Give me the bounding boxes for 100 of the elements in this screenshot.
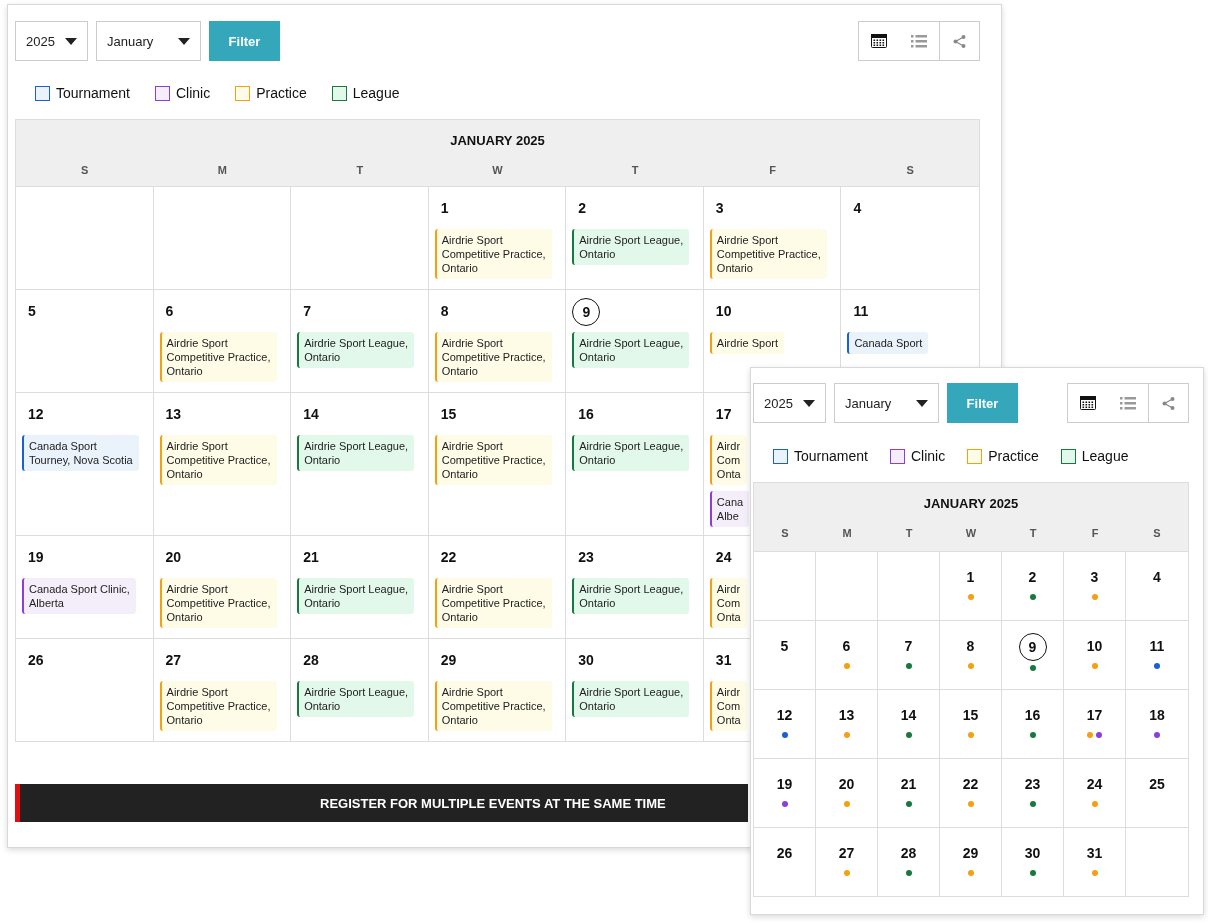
weekday-label: S (1152, 527, 1162, 539)
event-chip[interactable]: Airdrie Sport League, Ontario (572, 578, 690, 614)
event-chip[interactable]: Airdrie Sport Competitive Practice, Ontario (709, 229, 827, 279)
event-chip[interactable]: Airdrie Sport Competitive Practice, Ontario (434, 578, 552, 628)
day-number: 28 (900, 844, 917, 862)
day-number: 2 (578, 199, 587, 217)
event-chip[interactable]: Airdr Com Onta (709, 578, 747, 628)
weekday-label: W (964, 527, 978, 539)
legend-checkbox[interactable] (1060, 448, 1076, 464)
day-number: 30 (578, 651, 594, 669)
legend-label: Practice (256, 85, 307, 101)
event-chip[interactable]: Airdrie Sport Competitive Practice, Ontario (159, 435, 277, 485)
day-number: 22 (440, 548, 457, 566)
event-chip[interactable]: Airdrie Sport (709, 332, 784, 354)
day-number: 29 (962, 844, 979, 862)
day-number: 26 (776, 844, 793, 862)
day-number: 6 (842, 637, 851, 655)
weekday-label: W (491, 164, 504, 176)
event-chip[interactable]: Canada Sport Tourney, Nova Scotia (22, 435, 139, 471)
caret-icon (916, 399, 928, 407)
event-chip[interactable]: Airdrie Sport League, Ontario (297, 681, 415, 717)
day-number: 14 (900, 706, 917, 724)
day-number: 14 (303, 405, 319, 423)
day-number: 5 (780, 637, 789, 655)
day-number: 16 (578, 405, 594, 423)
month-dropdown[interactable]: January (834, 383, 939, 423)
day-number: 6 (165, 302, 174, 320)
day-number: 22 (962, 775, 979, 793)
day-number: 12 (776, 706, 793, 724)
event-chip[interactable]: Airdr Com Onta (709, 681, 747, 731)
legend-checkbox[interactable] (331, 85, 347, 101)
event-chip[interactable]: Airdrie Sport Competitive Practice, Ontario (434, 332, 552, 382)
event-chip[interactable]: Airdrie Sport League, Ontario (572, 229, 690, 265)
event-chip[interactable]: Airdrie Sport League, Ontario (297, 332, 415, 368)
legend-label: Practice (988, 448, 1039, 464)
day-number: 29 (440, 651, 457, 669)
day-number: 7 (904, 637, 913, 655)
day-number: 4 (853, 199, 862, 217)
weekday-label: M (216, 164, 228, 176)
day-number: 15 (962, 706, 979, 724)
event-chip[interactable]: Airdrie Sport League, Ontario (572, 435, 690, 471)
day-number: 10 (1086, 637, 1103, 655)
day-number: 8 (966, 637, 975, 655)
year-dropdown[interactable]: 2025 (15, 21, 88, 61)
day-number: 10 (715, 302, 732, 320)
event-chip[interactable]: Airdrie Sport Competitive Practice, Ontario (434, 435, 552, 485)
event-chip[interactable]: Airdrie Sport Competitive Practice, Ontario (434, 681, 552, 731)
event-chip[interactable]: Airdrie Sport League, Ontario (297, 578, 415, 614)
legend-checkbox[interactable] (967, 448, 983, 464)
day-number: 1 (440, 199, 449, 217)
weekday-label: F (1090, 527, 1100, 539)
day-number: 7 (303, 302, 311, 320)
legend-checkbox[interactable] (773, 448, 788, 464)
event-chip[interactable]: Airdrie Sport Competitive Practice, Ontario (159, 578, 277, 628)
legend-label: Clinic (910, 448, 946, 464)
day-number: 2 (1028, 568, 1037, 586)
event-chip[interactable]: Airdrie Sport League, Ontario (297, 435, 415, 471)
day-number: 27 (165, 651, 182, 669)
weekday-label: T (630, 164, 640, 176)
calendar-title: JANUARY 2025 (923, 496, 1019, 511)
list-icon (1120, 396, 1136, 410)
event-chip[interactable]: Cana Albe (709, 491, 750, 527)
day-number: 1 (966, 568, 975, 586)
event-chip[interactable]: Canada Sport Clinic, Alberta (22, 578, 136, 614)
legend-label: League (352, 85, 400, 101)
day-number: 11 (1149, 637, 1165, 655)
day-number: 18 (1149, 706, 1165, 724)
month-dropdown[interactable]: January (96, 21, 201, 61)
caret-icon (803, 399, 815, 407)
event-chip[interactable]: Airdr Com Onta (709, 435, 747, 485)
day-number: 19 (776, 775, 793, 793)
legend-checkbox[interactable] (154, 85, 170, 101)
day-number: 17 (715, 405, 732, 423)
event-chip[interactable]: Airdrie Sport Competitive Practice, Ontario (159, 332, 277, 382)
day-number: 27 (838, 844, 855, 862)
day-number: 20 (838, 775, 855, 793)
event-chip[interactable]: Airdrie Sport League, Ontario (572, 332, 690, 368)
year-dropdown[interactable]: 2025 (753, 383, 826, 423)
day-number: 25 (1149, 775, 1165, 793)
caret-icon (178, 37, 190, 45)
legend-label: Clinic (175, 85, 211, 101)
event-chip[interactable]: Airdrie Sport Competitive Practice, Ontario (159, 681, 277, 731)
weekday-label: M (841, 527, 853, 539)
day-number: 24 (715, 548, 732, 566)
legend-label: League (1081, 448, 1129, 464)
calendar-title: JANUARY 2025 (450, 133, 545, 148)
legend-checkbox[interactable] (235, 85, 251, 101)
event-chip[interactable]: Canada Sport (847, 332, 929, 354)
share-icon (1162, 396, 1175, 410)
event-chip[interactable]: Airdrie Sport League, Ontario (572, 681, 690, 717)
legend-checkbox[interactable] (889, 448, 905, 464)
event-chip[interactable]: Airdrie Sport Competitive Practice, Ontario (434, 229, 552, 279)
day-number: 4 (1153, 568, 1161, 586)
register-banner[interactable]: REGISTER FOR MULTIPLE EVENTS AT THE SAME TIME (15, 784, 748, 822)
day-number: 3 (715, 199, 724, 217)
day-number: 11 (853, 302, 869, 320)
legend-checkbox[interactable] (35, 85, 50, 101)
day-number: 3 (1090, 568, 1099, 586)
caret-icon (65, 37, 77, 45)
weekday-label: F (768, 164, 777, 176)
